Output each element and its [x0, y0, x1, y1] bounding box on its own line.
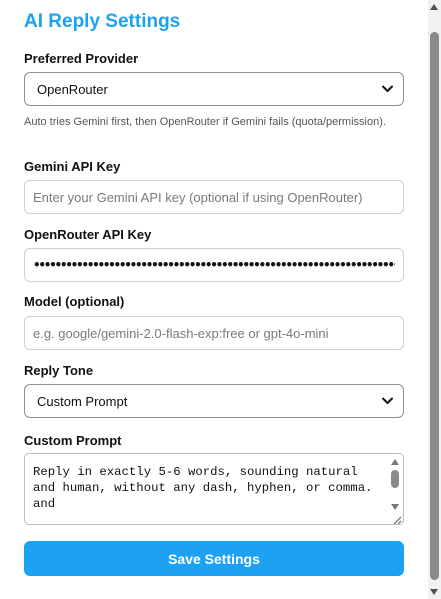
openrouter-key-input[interactable]: ••••••••••••••••••••••••••••••••••••••••…	[24, 248, 404, 282]
gemini-key-placeholder: Enter your Gemini API key (optional if u…	[33, 189, 363, 205]
scroll-up-arrow-icon[interactable]	[430, 4, 438, 10]
custom-prompt-text: Reply in exactly 5-6 words, sounding nat…	[33, 465, 373, 511]
gemini-key-label: Gemini API Key	[24, 159, 121, 174]
save-settings-button[interactable]: Save Settings	[24, 541, 404, 576]
tone-select-value: Custom Prompt	[37, 393, 128, 409]
model-input[interactable]: e.g. google/gemini-2.0-flash-exp:free or…	[24, 316, 404, 350]
provider-select[interactable]: OpenRouter	[24, 72, 404, 106]
page-title: AI Reply Settings	[24, 11, 181, 32]
openrouter-key-label: OpenRouter API Key	[24, 227, 152, 242]
scroll-down-arrow-icon[interactable]	[391, 504, 399, 510]
page-scrollbar[interactable]	[428, 0, 441, 599]
resize-grip-icon[interactable]	[391, 512, 402, 524]
scroll-up-arrow-icon[interactable]	[391, 459, 399, 465]
textarea-scroll-thumb[interactable]	[391, 470, 399, 488]
settings-panel: AI Reply Settings Preferred Provider Ope…	[0, 0, 428, 599]
custom-prompt-textarea[interactable]: Reply in exactly 5-6 words, sounding nat…	[24, 453, 404, 525]
gemini-key-input[interactable]: Enter your Gemini API key (optional if u…	[24, 180, 404, 214]
model-label: Model (optional)	[24, 294, 125, 309]
scroll-down-arrow-icon[interactable]	[430, 589, 438, 595]
chevron-down-icon	[381, 83, 393, 95]
custom-prompt-label: Custom Prompt	[24, 433, 122, 448]
provider-help-text: Auto tries Gemini first, then OpenRouter…	[24, 116, 386, 128]
tone-label: Reply Tone	[24, 363, 94, 378]
textarea-scrollbar[interactable]	[389, 456, 401, 510]
model-placeholder: e.g. google/gemini-2.0-flash-exp:free or…	[33, 325, 329, 341]
tone-select[interactable]: Custom Prompt	[24, 384, 404, 418]
provider-label: Preferred Provider	[24, 51, 139, 66]
page-scroll-thumb[interactable]	[430, 32, 439, 580]
provider-select-value: OpenRouter	[37, 81, 108, 97]
openrouter-key-value: ••••••••••••••••••••••••••••••••••••••••…	[33, 258, 395, 272]
chevron-down-icon	[381, 395, 393, 407]
